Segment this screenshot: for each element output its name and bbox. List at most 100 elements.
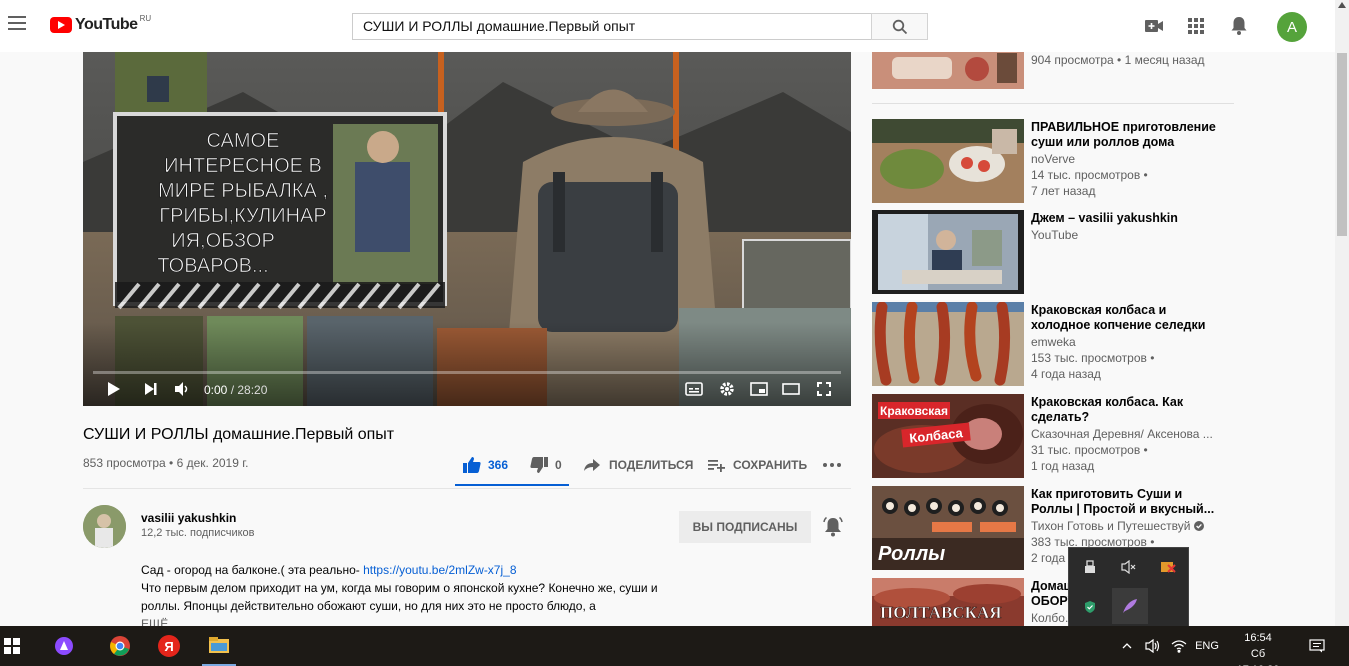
usb-eject-icon[interactable]	[1075, 552, 1105, 582]
file-explorer-button[interactable]	[202, 626, 236, 666]
recommendation-channel[interactable]: emweka	[1031, 335, 1076, 349]
description-line-3: роллы. Японцы действительно обожают суши…	[141, 599, 596, 613]
recommendation-thumbnail[interactable]: Роллы	[872, 486, 1024, 570]
playlist-add-icon	[708, 460, 725, 472]
subscribed-button[interactable]: ВЫ ПОДПИСАНЫ	[679, 511, 811, 543]
more-actions-button[interactable]	[822, 450, 842, 480]
recommendation-item[interactable]: Краковская Колбаса Краковская колбаса. К…	[872, 394, 1232, 478]
search-button[interactable]	[871, 13, 928, 40]
notification-bell-button[interactable]	[822, 516, 844, 538]
dislike-count: 0	[555, 458, 562, 472]
settings-button[interactable]	[717, 379, 737, 399]
recommendation-thumbnail[interactable]	[872, 210, 1024, 294]
miniplayer-icon	[750, 382, 768, 396]
description-line-1: Сад - огород на балконе.( эта реально-	[141, 563, 364, 577]
recommendation-item[interactable]: ПРАВИЛЬНОЕ приготовление суши или роллов…	[872, 119, 1232, 203]
feather-app-icon[interactable]	[1112, 588, 1148, 624]
recommendation-channel[interactable]: Сказочная Деревня/ Аксенова ...	[1031, 427, 1213, 441]
miniplayer-button[interactable]	[749, 379, 769, 399]
thumb-text-5: ИЯ,ОБЗОР	[171, 230, 275, 252]
chrome-taskbar-button[interactable]	[103, 626, 137, 666]
recommendation-thumbnail[interactable]	[872, 49, 1024, 89]
alice-assistant-button[interactable]	[47, 626, 81, 666]
share-label: ПОДЕЛИТЬСЯ	[609, 458, 694, 472]
wifi-tray-button[interactable]	[1168, 626, 1190, 666]
share-button[interactable]: ПОДЕЛИТЬСЯ	[583, 450, 693, 480]
recommendation-item[interactable]: Джем – vasilii yakushkin YouTube	[872, 210, 1232, 294]
volume-tray-button[interactable]	[1142, 626, 1164, 666]
menu-icon[interactable]	[8, 16, 26, 30]
thumb-poltava-text: ПОЛТАВСКАЯ	[880, 603, 1002, 622]
thumbs-down-icon	[530, 457, 548, 473]
upload-date: 6 дек. 2019 г.	[176, 456, 249, 470]
save-button[interactable]: СОХРАНИТЬ	[707, 450, 807, 480]
search-icon	[892, 19, 907, 34]
description-link[interactable]: https://youtu.be/2mlZw-x7j_8	[363, 563, 516, 577]
logo-region: RU	[139, 13, 152, 23]
thumb-text-2: ИНТЕРЕСНОЕ В	[164, 155, 322, 177]
recommendation-thumbnail[interactable]: Краковская Колбаса	[872, 394, 1024, 478]
system-tray-overflow	[1068, 547, 1189, 627]
fullscreen-button[interactable]	[814, 379, 834, 399]
play-button[interactable]	[104, 379, 124, 399]
recommendation-title[interactable]: Как приготовить Суши и Роллы | Простой и…	[1031, 487, 1221, 517]
recommendation-title[interactable]: Краковская колбаса и холодное копчение с…	[1031, 303, 1221, 333]
chrome-icon	[110, 636, 130, 656]
recommendation-age: 7 лет назад	[1031, 184, 1096, 198]
recommendation-channel-name: Тихон Готовь и Путешествуй	[1031, 519, 1191, 533]
subtitles-button[interactable]	[684, 379, 704, 399]
action-center-button[interactable]	[1305, 626, 1329, 666]
theater-mode-button[interactable]	[781, 379, 801, 399]
next-button[interactable]	[141, 379, 161, 399]
video-frame-image: САМОЕ ИНТЕРЕСНОЕ В МИРЕ РЫБАЛКА , ГРИБЫ,…	[83, 52, 851, 406]
thumbs-up-icon	[463, 457, 481, 473]
recommendation-channel[interactable]: Тихон Готовь и Путешествуй	[1031, 519, 1204, 533]
time-display: 0:00 / 28:20	[204, 383, 267, 397]
search-input[interactable]: СУШИ И РОЛЛЫ домашние.Первый опыт	[352, 13, 872, 40]
speaker-muted-icon[interactable]	[1114, 552, 1144, 582]
play-icon	[108, 382, 120, 396]
channel-name[interactable]: vasilii yakushkin	[141, 511, 236, 525]
scrollbar-thumb[interactable]	[1337, 53, 1347, 236]
security-shield-icon[interactable]	[1075, 592, 1105, 622]
recommendation-channel[interactable]: YouTube	[1031, 228, 1078, 242]
recommendation-title[interactable]: ПРАВИЛЬНОЕ приготовление суши или роллов…	[1031, 120, 1221, 150]
create-video-icon[interactable]	[1143, 15, 1165, 37]
time-current: 0:00	[204, 383, 228, 397]
start-button[interactable]	[0, 626, 24, 666]
recommendation-title[interactable]: Джем – vasilii yakushkin	[1031, 211, 1221, 226]
theater-icon	[782, 383, 800, 395]
masthead: YouTube RU СУШИ И РОЛЛЫ домашние.Первый …	[0, 0, 1335, 52]
notifications-bell-icon[interactable]	[1228, 15, 1250, 37]
verified-icon	[1193, 521, 1204, 531]
tray-expand-button[interactable]	[1117, 626, 1137, 666]
clock-date: Сб 17.10.20	[1237, 648, 1280, 666]
channel-avatar[interactable]	[83, 505, 126, 548]
dislike-button[interactable]: 0	[529, 450, 562, 480]
recommendation-thumbnail[interactable]: ПОЛТАВСКАЯ	[872, 578, 1024, 626]
recommendation-thumbnail[interactable]	[872, 302, 1024, 386]
user-avatar[interactable]: A	[1277, 12, 1307, 42]
scroll-up-arrow-icon[interactable]	[1338, 2, 1346, 10]
input-language-indicator[interactable]: ENG	[1193, 626, 1221, 666]
notification-center-icon	[1309, 639, 1325, 653]
video-player[interactable]: САМОЕ ИНТЕРЕСНОЕ В МИРЕ РЫБАЛКА , ГРИБЫ,…	[83, 52, 851, 406]
yandex-browser-button[interactable]: Я	[152, 626, 186, 666]
wifi-icon	[1171, 640, 1187, 653]
sidebar-divider	[872, 103, 1234, 104]
like-button[interactable]: 366	[462, 450, 508, 480]
mute-button[interactable]	[172, 379, 192, 399]
taskbar-clock[interactable]: 16:54 Сб 17.10.20	[1228, 630, 1288, 666]
network-error-icon[interactable]	[1153, 552, 1183, 582]
logo-text: YouTube	[75, 16, 138, 33]
recommendation-title[interactable]: Краковская колбаса. Как сделать?	[1031, 395, 1221, 425]
recommendation-item[interactable]: Краковская колбаса и холодное копчение с…	[872, 302, 1232, 386]
subtitles-icon	[685, 382, 703, 396]
apps-grid-icon[interactable]	[1185, 15, 1207, 37]
recommendation-channel[interactable]: noVerve	[1031, 152, 1075, 166]
recommendation-thumbnail[interactable]	[872, 119, 1024, 203]
youtube-logo[interactable]: YouTube RU	[50, 13, 152, 34]
more-dots-icon	[823, 463, 841, 467]
progress-bar[interactable]	[93, 371, 841, 374]
description-line-2: Что первым делом приходит на ум, когда м…	[141, 581, 658, 595]
